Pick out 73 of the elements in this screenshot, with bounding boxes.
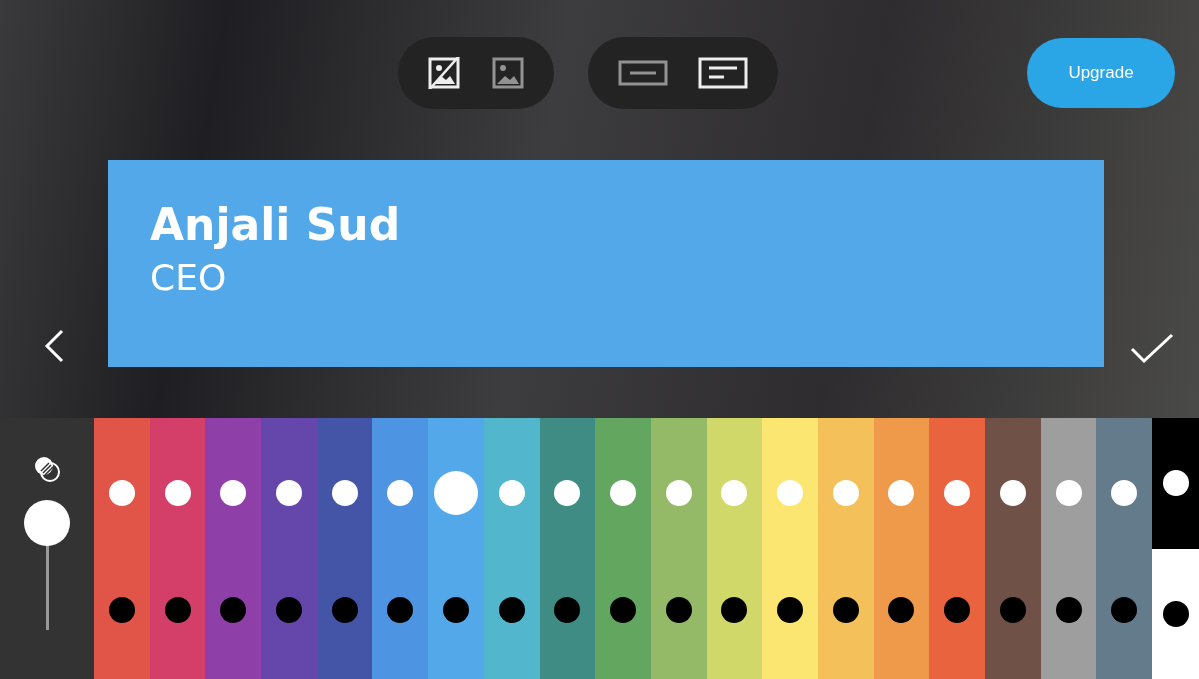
light-text-dot[interactable] (665, 480, 692, 506)
dark-text-dot[interactable] (777, 597, 804, 623)
card-title: CEO (150, 256, 227, 300)
light-text-dot[interactable] (1055, 480, 1082, 506)
dark-text-dot[interactable] (832, 597, 859, 623)
dark-text-dot[interactable] (610, 597, 637, 623)
dark-text-dot[interactable] (1111, 597, 1138, 623)
color-swatch[interactable] (149, 418, 206, 679)
dark-text-dot[interactable] (498, 597, 525, 623)
color-swatch[interactable] (1152, 418, 1199, 549)
color-swatch[interactable] (94, 418, 150, 679)
color-swatch[interactable] (1096, 418, 1153, 679)
light-text-dot[interactable] (721, 480, 748, 506)
light-text-dot[interactable] (108, 480, 135, 506)
dark-text-dot[interactable] (164, 597, 191, 623)
upgrade-button[interactable]: Upgrade (1027, 38, 1175, 108)
light-text-dot[interactable] (610, 480, 637, 506)
dark-text-dot[interactable] (721, 597, 748, 623)
light-text-dot[interactable] (498, 480, 525, 506)
light-text-dot[interactable] (433, 471, 478, 515)
dark-text-dot[interactable] (999, 597, 1026, 623)
dark-text-dot[interactable] (554, 597, 581, 623)
color-swatch[interactable] (1152, 548, 1199, 679)
color-swatch[interactable] (873, 418, 930, 679)
light-text-dot[interactable] (888, 480, 915, 506)
blend-icon[interactable] (32, 454, 62, 484)
dark-text-dot[interactable] (888, 597, 915, 623)
dark-text-dot[interactable] (1055, 597, 1082, 623)
light-text-dot[interactable] (944, 480, 971, 506)
color-swatch[interactable] (539, 418, 596, 679)
light-text-dot[interactable] (220, 480, 247, 506)
centered-layout-button[interactable] (617, 60, 668, 86)
dark-text-dot[interactable] (275, 597, 302, 623)
color-swatch[interactable] (706, 418, 763, 679)
light-text-dot[interactable] (832, 480, 859, 506)
light-text-dot[interactable] (999, 480, 1026, 506)
color-swatch[interactable] (205, 418, 262, 679)
back-button[interactable] (43, 329, 65, 363)
color-swatch[interactable] (1040, 418, 1097, 679)
dark-text-dot[interactable] (220, 597, 247, 623)
left-aligned-layout-button[interactable] (697, 57, 748, 89)
light-text-dot[interactable] (1111, 480, 1138, 506)
light-text-dot[interactable] (554, 480, 581, 506)
dark-text-dot[interactable] (331, 597, 358, 623)
dark-text-dot[interactable] (442, 597, 469, 623)
color-swatch[interactable] (261, 418, 317, 679)
color-swatch[interactable] (650, 418, 707, 679)
color-swatch[interactable] (428, 418, 484, 679)
color-swatch[interactable] (817, 418, 874, 679)
dark-text-dot[interactable] (1162, 600, 1189, 627)
color-swatch[interactable] (985, 418, 1041, 679)
light-text-dot[interactable] (387, 480, 414, 506)
color-swatch[interactable] (483, 418, 540, 679)
image-button[interactable] (491, 57, 524, 89)
color-swatch[interactable] (316, 418, 373, 679)
light-text-dot[interactable] (164, 480, 191, 506)
light-text-dot[interactable] (777, 480, 804, 506)
light-text-dot[interactable] (275, 480, 302, 506)
dark-text-dot[interactable] (108, 597, 135, 623)
light-text-dot[interactable] (331, 480, 358, 506)
dark-text-dot[interactable] (387, 597, 414, 623)
dark-text-dot[interactable] (944, 597, 971, 623)
dark-text-dot[interactable] (665, 597, 692, 623)
confirm-button[interactable] (1129, 333, 1174, 363)
color-swatch[interactable] (372, 418, 429, 679)
color-swatch[interactable] (929, 418, 985, 679)
card-name: Anjali Sud (150, 198, 401, 252)
opacity-slider[interactable] (24, 500, 70, 630)
no-image-button[interactable] (427, 57, 462, 89)
slider-thumb[interactable] (24, 500, 70, 546)
light-text-dot[interactable] (1162, 470, 1189, 497)
color-swatch[interactable] (595, 418, 651, 679)
color-swatch[interactable] (762, 418, 818, 679)
